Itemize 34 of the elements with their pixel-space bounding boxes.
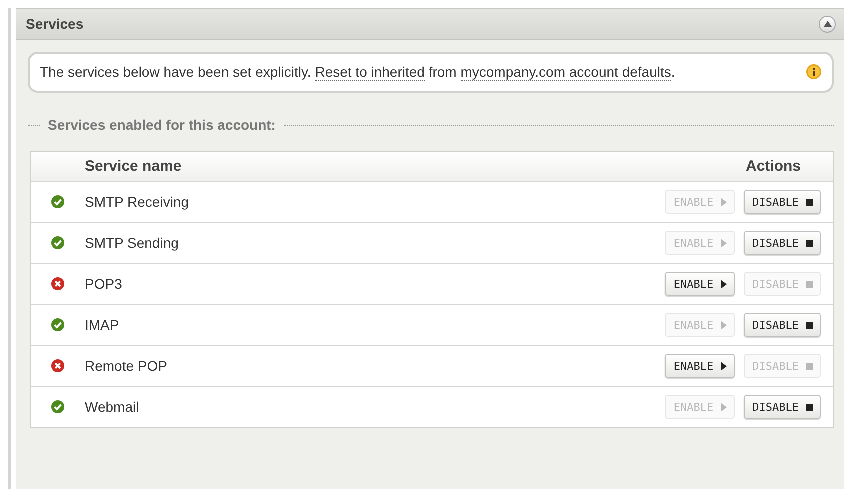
service-name: IMAP	[85, 317, 120, 333]
stop-icon	[806, 240, 813, 246]
stop-icon	[806, 280, 813, 288]
stop-icon	[806, 198, 813, 206]
play-icon	[720, 362, 727, 370]
stop-icon	[806, 404, 813, 410]
enable-button[interactable]: ENABLE	[664, 272, 735, 296]
disable-button[interactable]: DISABLE	[744, 395, 821, 419]
disable-button[interactable]: DISABLE	[744, 231, 821, 255]
section-title: Services enabled for this account:	[48, 117, 276, 133]
notice-text: The services below have been set explicitly. Reset to inherited from mycompany.com account defaults.	[40, 63, 676, 83]
play-icon	[720, 320, 727, 330]
service-name: SMTP Receiving	[85, 194, 190, 210]
panel-title: Services	[26, 16, 84, 32]
disable-button[interactable]: DISABLE	[744, 190, 821, 214]
service-name: Webmail	[85, 399, 140, 415]
play-icon	[720, 280, 727, 288]
column-header: Service name	[85, 158, 183, 175]
caret-up-icon	[824, 21, 832, 27]
service-name: SMTP Sending	[85, 235, 180, 251]
service-name: POP3	[85, 276, 124, 292]
enable-button[interactable]: ENABLE	[664, 354, 735, 378]
service-name: Remote POP	[85, 358, 168, 374]
account-defaults-link[interactable]: mycompany.com account defaults	[460, 64, 672, 81]
info-icon	[806, 64, 822, 80]
stop-icon	[806, 362, 813, 370]
play-icon	[720, 402, 727, 412]
reset-link[interactable]: Reset to inherited	[315, 64, 425, 81]
column-header: Actions	[746, 158, 802, 175]
play-icon	[720, 238, 727, 248]
collapse-button[interactable]	[819, 16, 836, 32]
play-icon	[720, 198, 727, 206]
stop-icon	[806, 322, 813, 328]
disable-button[interactable]: DISABLE	[744, 313, 821, 337]
